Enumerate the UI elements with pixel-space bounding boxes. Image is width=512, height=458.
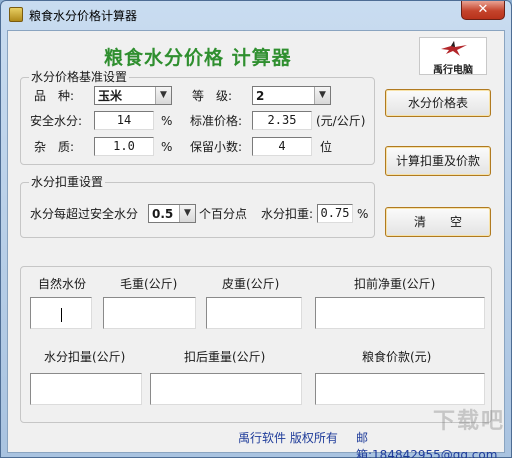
deduct-unit: % xyxy=(357,207,369,221)
exceed-select[interactable]: 0.5 ▼ xyxy=(148,204,196,223)
decimals-field[interactable]: 4 xyxy=(252,137,312,156)
std-price-label: 标准价格: xyxy=(190,114,243,128)
chevron-down-icon[interactable]: ▼ xyxy=(155,87,171,104)
client-area: 粮食水分价格 计算器 禹行电脑 水分价格基准设置 品 种: 玉米 ▼ 等 级: … xyxy=(7,30,505,458)
safe-moisture-label: 安全水分: xyxy=(30,114,83,128)
base-settings-title: 水分价格基准设置 xyxy=(29,70,130,84)
copyright-text: 禹行软件 版权所有 xyxy=(238,431,338,445)
pre-deduct-net-label: 扣前净重(公斤) xyxy=(354,277,436,291)
grade-value: 2 xyxy=(256,89,265,103)
exceed-unit: 个百分点 xyxy=(199,207,248,221)
chevron-down-icon[interactable]: ▼ xyxy=(314,87,330,104)
variety-select[interactable]: 玉米 ▼ xyxy=(94,86,172,105)
variety-label: 品 种: xyxy=(34,89,75,103)
natural-moisture-field[interactable] xyxy=(30,297,92,329)
tare-weight-label: 皮重(公斤) xyxy=(222,277,280,291)
app-icon xyxy=(9,7,23,22)
exceed-label: 水分每超过安全水分 xyxy=(30,207,139,221)
impurity-unit: % xyxy=(161,140,173,154)
exceed-value: 0.5 xyxy=(152,207,174,221)
app-window: 粮食水分价格计算器 ✕ 粮食水分价格 计算器 禹行电脑 水分价格基准设置 品 种… xyxy=(0,0,512,458)
text-caret xyxy=(61,308,62,322)
post-deduct-weight-field[interactable] xyxy=(150,373,302,405)
impurity-field[interactable]: 1.0 xyxy=(94,137,154,156)
natural-moisture-label: 自然水份 xyxy=(38,277,87,291)
gross-weight-field[interactable] xyxy=(103,297,196,329)
window-title: 粮食水分价格计算器 xyxy=(29,9,138,23)
close-button[interactable]: ✕ xyxy=(461,1,505,20)
moisture-deduct-field[interactable] xyxy=(30,373,142,405)
clear-button[interactable]: 清 空 xyxy=(385,207,491,237)
post-deduct-weight-label: 扣后重量(公斤) xyxy=(184,350,266,364)
pre-deduct-net-field[interactable] xyxy=(315,297,485,329)
deduct-field[interactable]: 0.75 xyxy=(317,204,353,223)
variety-value: 玉米 xyxy=(98,89,123,103)
grade-select[interactable]: 2 ▼ xyxy=(252,86,331,105)
grade-label: 等 级: xyxy=(192,89,233,103)
title-bar: 粮食水分价格计算器 ✕ xyxy=(1,1,511,29)
tare-weight-field[interactable] xyxy=(206,297,302,329)
safe-moisture-field[interactable]: 14 xyxy=(94,111,154,130)
logo: 禹行电脑 xyxy=(419,37,487,76)
grain-price-label: 粮食价款(元) xyxy=(362,350,432,364)
decimals-unit: 位 xyxy=(320,140,333,154)
safe-moisture-unit: % xyxy=(161,114,173,128)
gross-weight-label: 毛重(公斤) xyxy=(120,277,178,291)
moisture-deduct-label: 水分扣量(公斤) xyxy=(44,350,126,364)
watermark: 下载吧 xyxy=(433,409,506,434)
grain-price-field[interactable] xyxy=(315,373,485,405)
eagle-icon xyxy=(441,41,467,56)
impurity-label: 杂 质: xyxy=(34,140,75,154)
deduct-settings-title: 水分扣重设置 xyxy=(29,175,106,189)
main-title: 粮食水分价格 计算器 xyxy=(104,47,292,69)
price-table-button[interactable]: 水分价格表 xyxy=(385,89,491,117)
chevron-down-icon[interactable]: ▼ xyxy=(179,205,195,222)
std-price-field[interactable]: 2.35 xyxy=(252,111,312,130)
decimals-label: 保留小数: xyxy=(190,140,243,154)
calculate-button[interactable]: 计算扣重及价款 xyxy=(385,146,491,176)
logo-text: 禹行电脑 xyxy=(433,65,473,76)
std-price-unit: (元/公斤) xyxy=(316,114,366,128)
deduct-label: 水分扣重: xyxy=(261,207,314,221)
